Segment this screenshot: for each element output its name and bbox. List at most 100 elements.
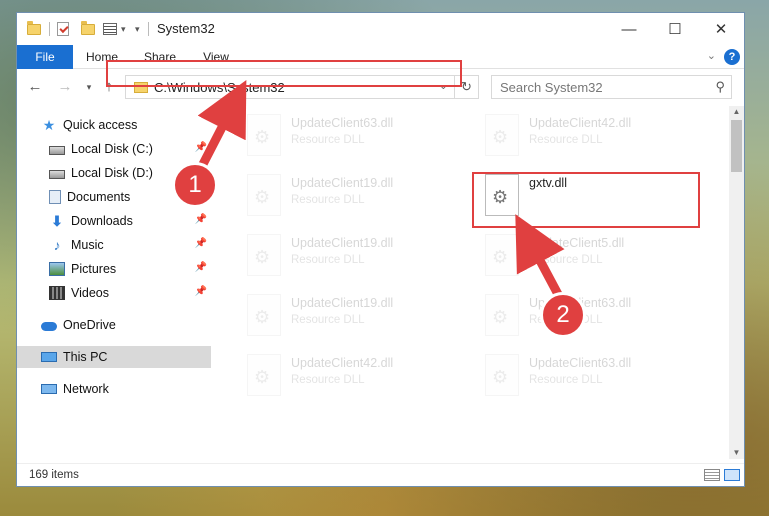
file-name: UpdateClient19.dll: [291, 296, 394, 310]
pin-icon: 📌: [194, 286, 207, 297]
nav-label: This PC: [63, 350, 108, 364]
file-item[interactable]: ⚙ UpdateClient5.dll Resource DLL: [477, 230, 687, 282]
customize-toolbar-icon[interactable]: [103, 21, 117, 37]
nav-label: Downloads: [71, 214, 133, 228]
file-item[interactable]: ⚙ UpdateClient19.dll Resource DLL: [239, 230, 449, 282]
file-name: UpdateClient5.dll: [529, 236, 625, 250]
tab-file[interactable]: File: [17, 45, 73, 69]
file-item[interactable]: ⚙ UpdateClient42.dll Resource DLL: [239, 350, 449, 402]
expand-ribbon-icon[interactable]: ⌄: [707, 49, 716, 62]
onedrive-icon: [41, 322, 57, 331]
videos-icon: [49, 286, 65, 300]
nav-label: Network: [63, 382, 109, 396]
nav-label: Videos: [71, 286, 109, 300]
maximize-button[interactable]: ☐: [652, 13, 698, 45]
folder-icon: [27, 20, 41, 37]
nav-label: Local Disk (C:): [71, 142, 153, 156]
nav-label: OneDrive: [63, 318, 116, 332]
downloads-icon: ⬇: [51, 213, 63, 229]
dll-file-icon: ⚙: [485, 234, 519, 276]
dll-file-icon: ⚙: [247, 294, 281, 336]
dll-file-icon: ⚙: [485, 114, 519, 156]
search-icon: ⚲: [715, 79, 725, 94]
step-1-badge: 1: [172, 162, 218, 208]
drive-icon: [49, 170, 65, 179]
file-description: Resource DLL: [291, 194, 365, 206]
file-name: UpdateClient42.dll: [291, 356, 394, 370]
file-name: UpdateClient63.dll: [529, 356, 632, 370]
item-count: 169 items: [29, 469, 79, 481]
file-description: Resource DLL: [291, 254, 365, 266]
navigation-pane: ★ Quick access Local Disk (C:) 📌 Local D…: [17, 106, 211, 459]
file-item[interactable]: ⚙ UpdateClient63.dll Resource DLL: [239, 110, 449, 162]
step-2-badge: 2: [540, 292, 586, 338]
address-bar-highlight: [106, 60, 462, 87]
new-folder-icon[interactable]: [81, 20, 95, 37]
nav-item-local-disk-c[interactable]: Local Disk (C:) 📌: [17, 138, 211, 160]
title-bar: ▾ ▾ System32 — ☐ ✕: [17, 13, 744, 45]
file-item[interactable]: ⚙ UpdateClient19.dll Resource DLL: [239, 290, 449, 342]
back-button[interactable]: ←: [25, 78, 45, 96]
this-pc-icon: [41, 352, 57, 362]
search-input[interactable]: Search System32 ⚲: [491, 75, 732, 99]
file-description: Resource DLL: [291, 314, 365, 326]
dll-file-icon: ⚙: [485, 354, 519, 396]
large-icons-view-icon[interactable]: [724, 469, 740, 481]
music-icon: ♪: [53, 237, 61, 253]
scroll-down-icon[interactable]: ▼: [729, 447, 744, 459]
nav-label: Quick access: [63, 118, 138, 132]
pin-icon: 📌: [194, 142, 207, 153]
properties-check-icon[interactable]: [57, 21, 69, 37]
file-description: Resource DLL: [291, 134, 365, 146]
window-title: System32: [157, 21, 215, 36]
details-view-icon[interactable]: [704, 469, 720, 481]
file-item[interactable]: ⚙ UpdateClient19.dll Resource DLL: [239, 170, 449, 222]
file-name: UpdateClient19.dll: [291, 236, 394, 250]
status-bar: 169 items: [17, 463, 744, 486]
help-icon[interactable]: ?: [724, 49, 740, 65]
nav-label: Music: [71, 238, 104, 252]
nav-item-music[interactable]: ♪ Music 📌: [17, 234, 211, 256]
nav-label: Local Disk (D:): [71, 166, 153, 180]
separator: [148, 21, 149, 37]
quick-access-menu-icon[interactable]: ▾: [135, 21, 140, 37]
nav-label: Pictures: [71, 262, 117, 276]
file-highlight: [472, 172, 700, 228]
nav-item-videos[interactable]: Videos 📌: [17, 282, 211, 304]
dll-file-icon: ⚙: [247, 114, 281, 156]
dll-file-icon: ⚙: [485, 294, 519, 336]
file-name: UpdateClient42.dll: [529, 116, 632, 130]
nav-item-quick-access[interactable]: ★ Quick access: [17, 114, 211, 136]
drive-icon: [49, 146, 65, 155]
nav-item-network[interactable]: Network: [17, 378, 211, 400]
file-description: Resource DLL: [529, 254, 603, 266]
file-item[interactable]: ⚙ UpdateClient42.dll Resource DLL: [477, 110, 687, 162]
quick-access-dropdown-icon[interactable]: ▾: [121, 21, 126, 37]
file-description: Resource DLL: [529, 134, 603, 146]
pin-icon: 📌: [194, 214, 207, 225]
scroll-up-icon[interactable]: ▲: [729, 106, 744, 118]
vertical-scrollbar[interactable]: ▲ ▼: [729, 106, 744, 459]
pin-icon: 📌: [194, 238, 207, 249]
nav-item-this-pc[interactable]: This PC: [17, 346, 211, 368]
file-item[interactable]: ⚙ UpdateClient63.dll Resource DLL: [477, 350, 687, 402]
dll-file-icon: ⚙: [247, 354, 281, 396]
recent-locations-icon[interactable]: ▾: [79, 78, 99, 96]
forward-button[interactable]: →: [55, 78, 75, 96]
network-icon: [41, 384, 57, 394]
search-placeholder: Search System32: [500, 80, 603, 95]
minimize-button[interactable]: —: [606, 13, 652, 45]
close-button[interactable]: ✕: [698, 13, 744, 45]
file-description: Resource DLL: [529, 374, 603, 386]
documents-icon: [49, 190, 61, 204]
dll-file-icon: ⚙: [247, 234, 281, 276]
nav-item-downloads[interactable]: ⬇ Downloads 📌: [17, 210, 211, 232]
nav-item-onedrive[interactable]: OneDrive: [17, 314, 211, 336]
nav-item-pictures[interactable]: Pictures 📌: [17, 258, 211, 280]
star-icon: ★: [42, 117, 56, 133]
file-name: UpdateClient19.dll: [291, 176, 394, 190]
separator: [49, 21, 50, 37]
scrollbar-thumb[interactable]: [731, 120, 742, 172]
file-list: ⚙ UpdateClient63.dll Resource DLL ⚙ Upda…: [211, 106, 729, 459]
pin-icon: 📌: [194, 262, 207, 273]
